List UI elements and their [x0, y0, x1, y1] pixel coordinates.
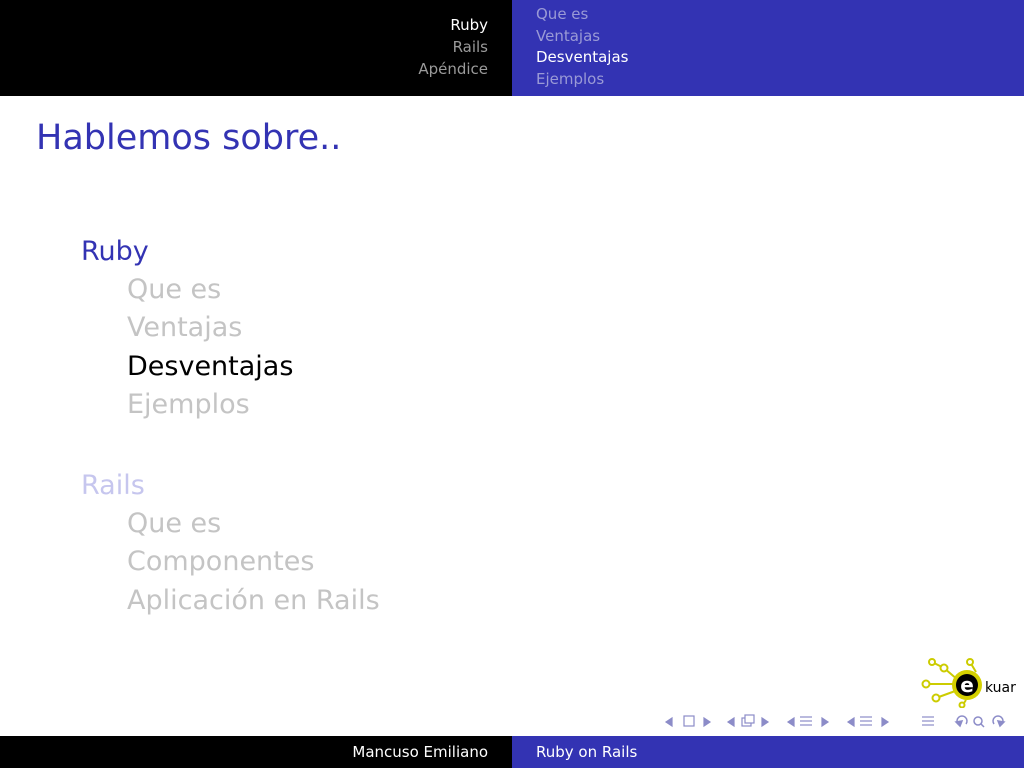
toc-section-rails[interactable]: Rails [81, 469, 145, 503]
nav-subsection-desventajas[interactable]: Desventajas [536, 48, 628, 66]
nav-document-icon[interactable] [860, 716, 872, 726]
nav-frame-icon[interactable] [683, 715, 695, 727]
ekuar-logo-graphic: e kuar [921, 658, 1016, 709]
footer-author: Mancuso Emiliano [352, 743, 488, 761]
nav-document-prev-icon[interactable] [846, 716, 855, 728]
nav-subsection-que-es[interactable]: Que es [536, 5, 588, 23]
logo-letter: e [960, 673, 974, 697]
toc-section-ruby[interactable]: Ruby [81, 235, 149, 269]
nav-section-icon[interactable] [800, 716, 812, 726]
nav-section-prev-icon[interactable] [786, 716, 795, 728]
nav-back-icon[interactable] [954, 715, 968, 728]
toc-subsection-desventajas[interactable]: Desventajas [127, 350, 293, 384]
toc-subsection-que-es[interactable]: Que es [127, 273, 221, 307]
beamer-navigation-bar [660, 710, 1020, 732]
nav-appendix-icon[interactable] [922, 716, 934, 726]
nav-forward-icon[interactable] [992, 715, 1006, 728]
toc-subsection-rails-que-es[interactable]: Que es [127, 507, 221, 541]
nav-frame-next-icon[interactable] [703, 716, 712, 728]
header-navigation: Ruby Rails Apéndice Que es Ventajas Desv… [0, 0, 1024, 96]
nav-search-icon[interactable] [973, 716, 985, 728]
footer-talk-title: Ruby on Rails [536, 743, 638, 761]
nav-section-next-icon[interactable] [821, 716, 830, 728]
logo-text: kuar [985, 680, 1016, 696]
nav-subsection-next-icon[interactable] [761, 716, 770, 728]
nav-frame-prev-icon[interactable] [664, 716, 673, 728]
toc-subsection-componentes[interactable]: Componentes [127, 545, 314, 579]
nav-subsection-ejemplos[interactable]: Ejemplos [536, 70, 604, 88]
footer: Mancuso Emiliano Ruby on Rails [0, 736, 1024, 768]
nav-document-next-icon[interactable] [881, 716, 890, 728]
toc-subsection-ventajas[interactable]: Ventajas [127, 311, 242, 345]
toc-subsection-aplicacion[interactable]: Aplicación en Rails [127, 584, 380, 618]
footer-author-box: Mancuso Emiliano [0, 736, 512, 768]
nav-subsection-ventajas[interactable]: Ventajas [536, 27, 600, 45]
nav-section-apendice[interactable]: Apéndice [418, 60, 488, 78]
nav-section-ruby[interactable]: Ruby [450, 16, 488, 34]
frame-title: Hablemos sobre.. [36, 118, 342, 158]
nav-subsection-prev-icon[interactable] [726, 716, 735, 728]
subsection-navigation: Que es Ventajas Desventajas Ejemplos [512, 0, 1024, 96]
ekuar-logo: e kuar [918, 658, 1018, 709]
nav-subsection-icon[interactable] [741, 714, 755, 727]
footer-title-box: Ruby on Rails [512, 736, 1024, 768]
section-navigation: Ruby Rails Apéndice [0, 0, 512, 96]
toc-subsection-ejemplos[interactable]: Ejemplos [127, 388, 250, 422]
nav-section-rails[interactable]: Rails [453, 38, 488, 56]
